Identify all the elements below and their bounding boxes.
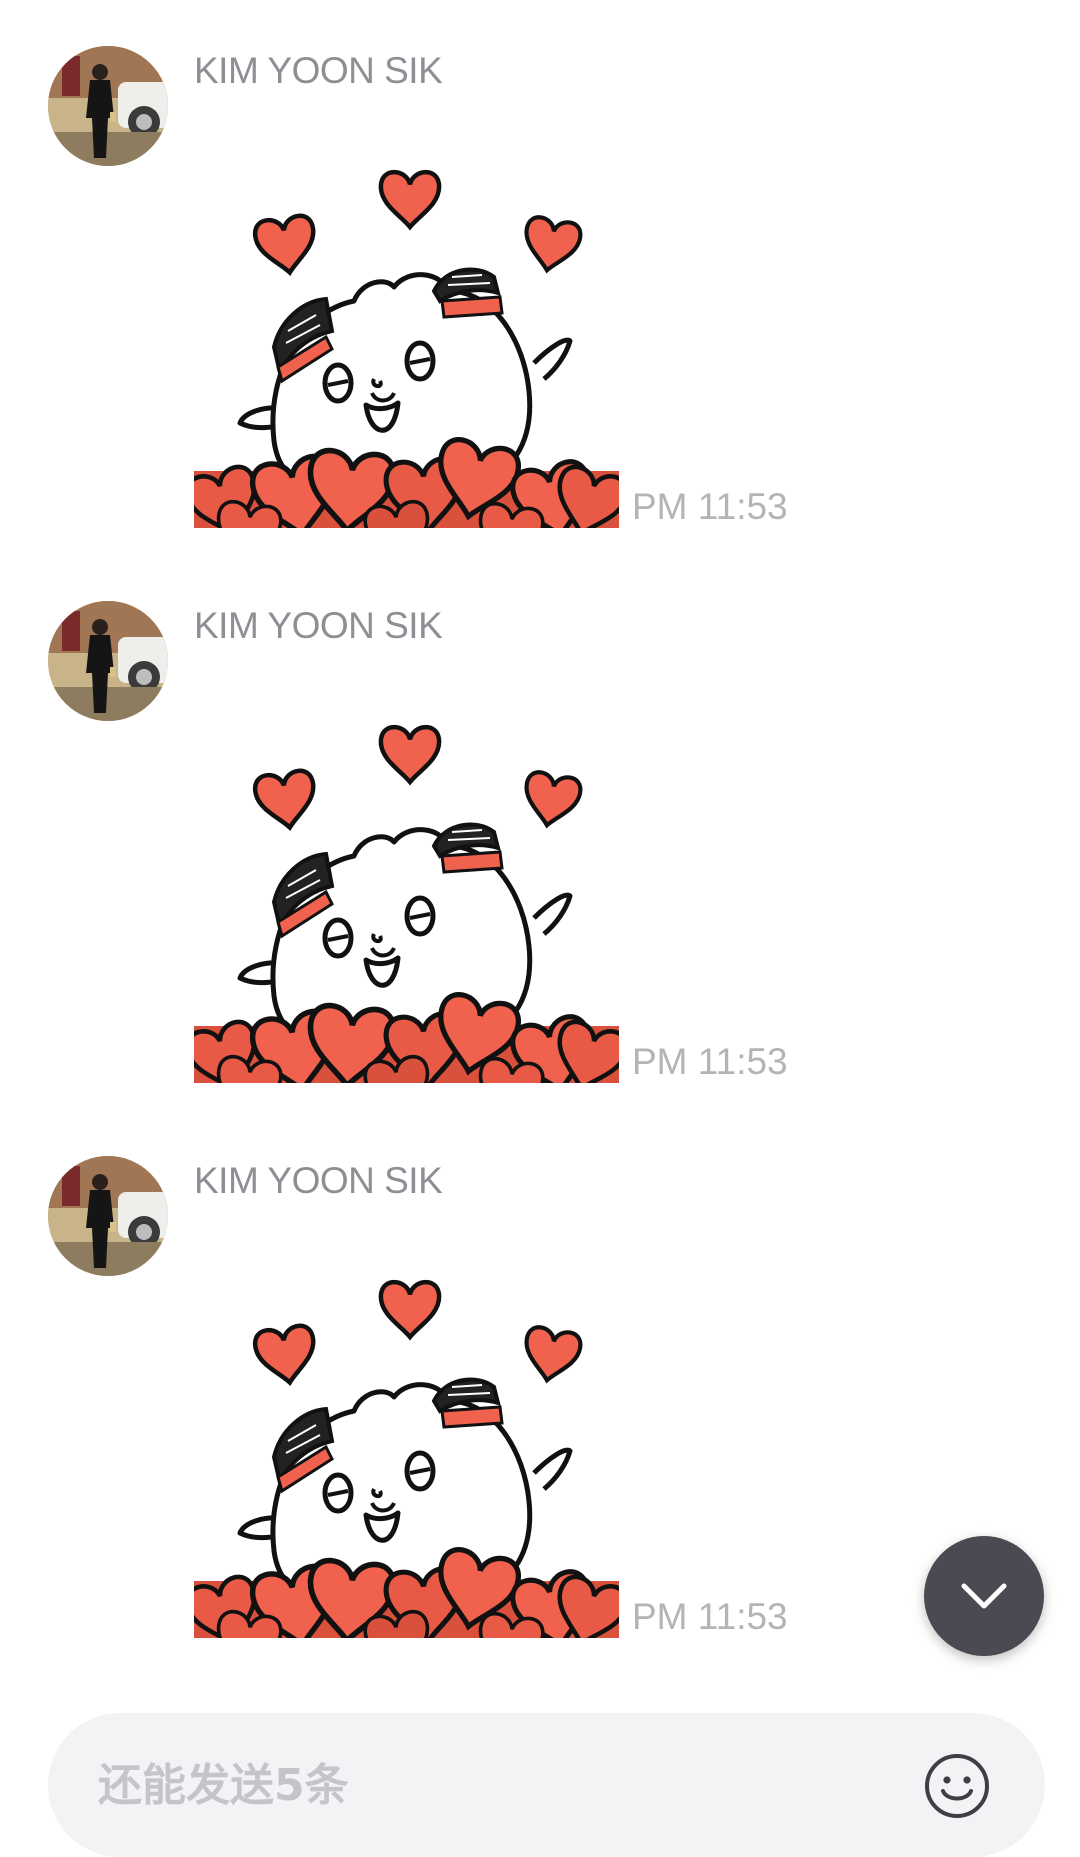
avatar[interactable] — [48, 601, 168, 721]
scroll-to-bottom-button[interactable] — [924, 1536, 1044, 1656]
avatar-photo — [48, 601, 168, 721]
sticker-message[interactable] — [194, 696, 619, 1083]
message-item: KIM YOON SIK PM 11:53 — [0, 1156, 1080, 1676]
avatar-photo — [48, 46, 168, 166]
message-time: PM 11:53 — [632, 1596, 788, 1637]
message-time: PM 11:53 — [632, 486, 788, 527]
heart-bear-sticker-icon — [194, 1251, 619, 1638]
chevron-down-icon — [961, 1583, 1007, 1609]
sender-name: KIM YOON SIK — [194, 50, 443, 91]
message-composer — [48, 1713, 1045, 1857]
message-item: KIM YOON SIK PM 11:53 — [0, 601, 1080, 1121]
heart-bear-sticker-icon — [194, 141, 619, 528]
avatar-photo — [48, 1156, 168, 1276]
avatar[interactable] — [48, 46, 168, 166]
sender-name: KIM YOON SIK — [194, 605, 443, 646]
avatar[interactable] — [48, 1156, 168, 1276]
message-item: KIM YOON SIK PM 11:53 — [0, 46, 1080, 566]
smiley-face-icon — [925, 1754, 989, 1818]
message-input[interactable] — [98, 1713, 898, 1857]
message-time: PM 11:53 — [632, 1041, 788, 1082]
sticker-message[interactable] — [194, 1251, 619, 1638]
heart-bear-sticker-icon — [194, 696, 619, 1083]
sticker-message[interactable] — [194, 141, 619, 528]
emoji-button[interactable] — [924, 1753, 990, 1819]
sender-name: KIM YOON SIK — [194, 1160, 443, 1201]
